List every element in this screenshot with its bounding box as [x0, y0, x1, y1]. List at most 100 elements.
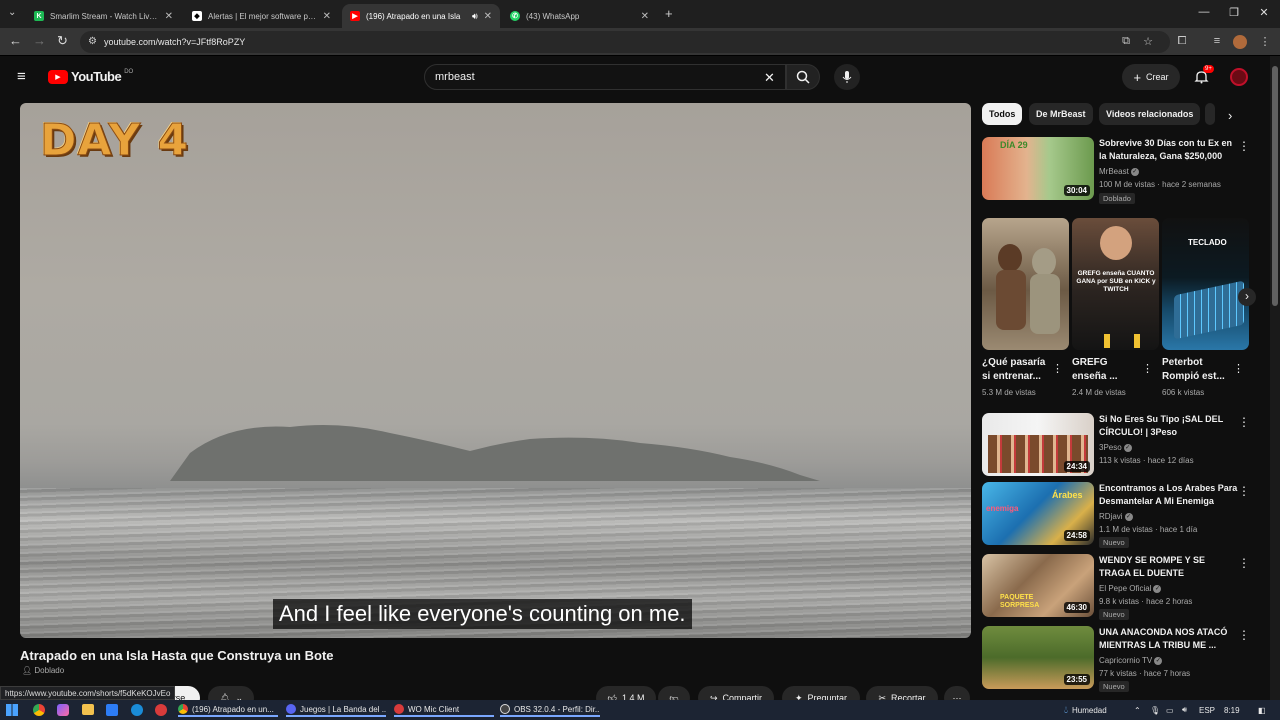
short-thumbnail-1[interactable]	[982, 218, 1069, 350]
close-tab-icon[interactable]: ✕	[484, 11, 492, 22]
minimize-icon[interactable]: —	[1196, 6, 1212, 18]
maximize-icon[interactable]: ❐	[1226, 6, 1242, 19]
reading-list-icon[interactable]: ≡	[1210, 35, 1224, 49]
recommended-video-3[interactable]: Árabes enemiga 24:58 Encontramos a Los A…	[982, 482, 1262, 548]
reload-icon[interactable]: ↻	[57, 33, 68, 49]
edge-taskbar-icon[interactable]	[131, 704, 143, 716]
chip-videos-relacionados[interactable]: Videos relacionados	[1099, 103, 1201, 125]
search-button[interactable]	[786, 64, 820, 90]
browser-tab-2[interactable]: ◆ Alertas | El mejor software para ✕	[184, 4, 339, 28]
install-app-icon[interactable]: ⧉	[1119, 35, 1133, 49]
copilot-taskbar-icon[interactable]	[57, 704, 69, 716]
more-vert-icon[interactable]: ⋮	[1233, 362, 1244, 375]
tray-network-icon[interactable]: ▭	[1166, 703, 1176, 717]
short-title-1[interactable]: ¿Qué pasaría si entrenar...	[982, 356, 1054, 384]
more-vert-icon[interactable]: ⋮	[1238, 484, 1250, 498]
file-explorer-icon[interactable]	[82, 704, 94, 715]
short-title-2[interactable]: GREFG enseña ...	[1072, 356, 1144, 384]
video-thumbnail[interactable]: PAQUETE SORPRESA 46:30	[982, 554, 1094, 617]
channel-name[interactable]: Capricornio TV ✓	[1099, 656, 1163, 665]
video-title[interactable]: WENDY SE ROMPE Y SE TRAGA EL DUENTE	[1099, 554, 1239, 580]
tray-chevron-icon[interactable]: ⌃	[1134, 703, 1144, 717]
more-vert-icon[interactable]: ⋮	[1238, 139, 1250, 153]
video-title[interactable]: Si No Eres Su Tipo ¡SAL DEL CÍRCULO! | 3…	[1099, 413, 1239, 439]
smarlim-favicon-icon: K	[34, 11, 44, 21]
clock[interactable]: 8:19	[1224, 703, 1244, 717]
tray-volume-icon[interactable]: 🔊︎	[1182, 703, 1192, 717]
voice-search-button[interactable]	[834, 64, 860, 90]
forward-icon[interactable]: →	[33, 33, 46, 48]
browser-tab-3-active[interactable]: ▶ (196) Atrapado en una Isla 🔊︎ ✕	[342, 4, 500, 28]
short-thumbnail-3[interactable]: TECLADO	[1162, 218, 1249, 350]
channel-name[interactable]: MrBeast ✓	[1099, 167, 1139, 176]
short-title-3[interactable]: Peterbot Rompió est...	[1162, 356, 1234, 384]
browser-tab-4[interactable]: ✆ (43) WhatsApp ✕	[502, 4, 657, 28]
channel-name[interactable]: RDjavi ✓	[1099, 512, 1133, 521]
more-vert-icon[interactable]: ⋮	[1238, 556, 1250, 570]
more-vert-icon[interactable]: ⋮	[1052, 362, 1063, 375]
chip-todos[interactable]: Todos	[982, 103, 1023, 125]
site-info-icon[interactable]: ⚙	[88, 36, 97, 47]
video-thumbnail[interactable]: Árabes enemiga 24:58	[982, 482, 1094, 545]
taskbar-item-obs[interactable]: OBS 32.0.4 - Perfil: Dir...	[500, 703, 600, 717]
weather-widget[interactable]: 💧︎ Humedad	[1064, 703, 1130, 717]
taskbar-item-youtube[interactable]: (196) Atrapado en un...	[178, 703, 278, 717]
search-input[interactable]: mrbeast ✕	[424, 64, 786, 90]
video-thumbnail[interactable]: DÍA 29 30:04	[982, 137, 1094, 200]
more-vert-icon[interactable]: ⋮	[1238, 415, 1250, 429]
store-taskbar-icon[interactable]	[106, 704, 118, 716]
new-tab-button[interactable]: +	[665, 6, 673, 21]
back-icon[interactable]: ←	[9, 33, 22, 48]
short-thumbnail-2[interactable]: GREFG enseña CUANTO GANA por SUB en KICK…	[1072, 218, 1159, 350]
tab-search-button[interactable]: ⌄	[8, 7, 16, 18]
video-title[interactable]: UNA ANACONDA NOS ATACÓ MIENTRAS LA TRIBU…	[1099, 626, 1239, 652]
recommended-video-5[interactable]: 23:55 UNA ANACONDA NOS ATACÓ MIENTRAS LA…	[982, 626, 1262, 692]
extensions-icon[interactable]: ⧠	[1175, 35, 1189, 49]
recommended-video-2[interactable]: 24:34 Si No Eres Su Tipo ¡SAL DEL CÍRCUL…	[982, 413, 1262, 476]
windows-start-icon[interactable]	[6, 704, 18, 716]
video-title: Atrapado en una Isla Hasta que Construya…	[20, 648, 334, 663]
chips-next-arrow-icon[interactable]: ›	[1228, 108, 1232, 123]
taskbar-item-juegos[interactable]: Juegos | La Banda del ...	[286, 703, 386, 717]
close-window-icon[interactable]: ✕	[1256, 6, 1272, 19]
scrollbar-thumb[interactable]	[1272, 66, 1278, 306]
youtube-logo[interactable]: ▶ YouTube DO	[48, 69, 133, 84]
browser-tab-1[interactable]: K Smarlim Stream - Watch Live o ✕	[26, 4, 181, 28]
record-taskbar-icon[interactable]	[155, 704, 167, 716]
notification-center-icon[interactable]: ◧	[1258, 703, 1270, 717]
create-button[interactable]: + Crear	[1122, 64, 1180, 90]
guide-menu-icon[interactable]: ≡	[17, 68, 26, 85]
page-scrollbar[interactable]	[1270, 56, 1280, 700]
video-title[interactable]: Encontramos a Los Arabes Para Desmantela…	[1099, 482, 1239, 508]
chip-next-partial[interactable]	[1205, 103, 1215, 125]
input-language[interactable]: ESP	[1199, 703, 1217, 717]
recommended-video-1[interactable]: DÍA 29 30:04 Sobrevive 30 Días con tu Ex…	[982, 137, 1262, 205]
channel-name[interactable]: 3Peso ✓	[1099, 443, 1132, 452]
video-thumbnail[interactable]: 23:55	[982, 626, 1094, 689]
profile-avatar[interactable]	[1233, 35, 1247, 49]
recommended-video-4[interactable]: PAQUETE SORPRESA 46:30 WENDY SE ROMPE Y …	[982, 554, 1262, 620]
channel-name[interactable]: El Pepe Oficial ✓	[1099, 584, 1162, 593]
chrome-taskbar-icon[interactable]	[33, 704, 45, 716]
address-bar[interactable]: ⚙ youtube.com/watch?v=JFtf8RoPZY	[80, 31, 1170, 53]
taskbar-item-womic[interactable]: WO Mic Client	[394, 703, 494, 717]
notifications-button[interactable]: 9+	[1194, 65, 1214, 89]
video-thumbnail[interactable]: 24:34	[982, 413, 1094, 476]
tray-mic-icon[interactable]: 🎙︎	[1150, 703, 1160, 717]
browser-menu-icon[interactable]: ⋮	[1258, 35, 1272, 49]
video-player[interactable]: DAY 4 And I feel like everyone's countin…	[20, 103, 971, 638]
audio-playing-icon[interactable]: 🔊︎	[472, 11, 478, 22]
close-tab-icon[interactable]: ✕	[641, 11, 649, 22]
video-title[interactable]: Sobrevive 30 Días con tu Ex en la Natura…	[1099, 137, 1239, 163]
bookmark-star-icon[interactable]: ☆	[1141, 35, 1155, 49]
chip-de-mrbeast[interactable]: De MrBeast	[1029, 103, 1093, 125]
verified-check-icon: ✓	[1123, 443, 1132, 452]
channel-label: Capricornio TV	[1099, 656, 1153, 665]
account-avatar[interactable]	[1230, 68, 1248, 86]
clear-search-icon[interactable]: ✕	[764, 70, 775, 86]
close-tab-icon[interactable]: ✕	[323, 11, 331, 22]
more-vert-icon[interactable]: ⋮	[1142, 362, 1153, 375]
more-vert-icon[interactable]: ⋮	[1238, 628, 1250, 642]
shorts-next-button[interactable]: ›	[1238, 288, 1256, 306]
close-tab-icon[interactable]: ✕	[165, 11, 173, 22]
